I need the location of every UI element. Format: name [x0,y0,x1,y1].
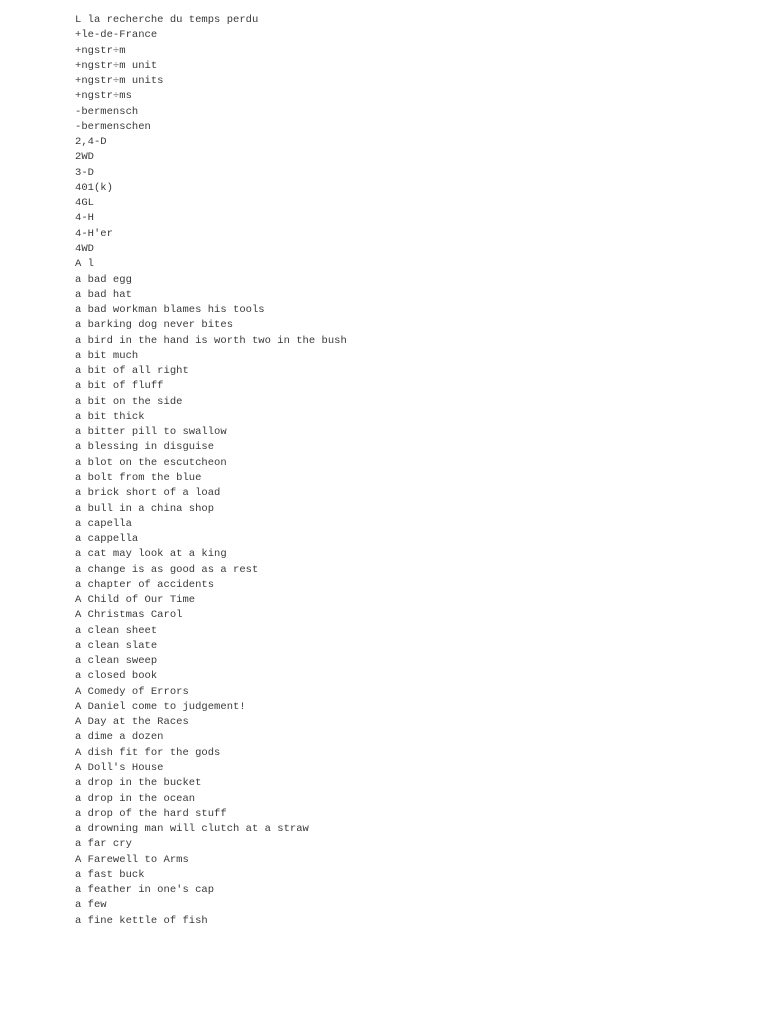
entry-line: A Day at the Races [75,716,189,729]
entry-line: a drop of the hard stuff [75,807,227,820]
entry-line: a drop in the bucket [75,777,202,790]
entry-line: a chapter of accidents [75,578,215,591]
entry-line: +le-de-France [75,29,158,42]
entry-line: a fine kettle of fish [75,914,208,927]
entry-line: a fast buck [75,868,145,881]
entry-line: a cat may look at a king [75,548,227,561]
entry-line: +ngstr÷m units [75,75,164,88]
entry-line: a bird in the hand is worth two in the b… [75,334,347,347]
entry-line: A Farewell to Arms [75,853,189,866]
entry-line: a brick short of a load [75,487,221,500]
entry-line: a closed book [75,670,158,683]
entry-line: a clean slate [75,639,158,652]
entry-line: A Christmas Carol [75,609,183,622]
entry-line: a blessing in disguise [75,441,215,454]
entry-line: a bit of fluff [75,380,164,393]
entry-line: A Daniel come to judgement! [75,700,246,713]
entry-line: a bolt from the blue [75,471,202,484]
entry-line: a bull in a china shop [75,502,215,515]
entry-line: +ngstr÷m [75,44,126,57]
entry-line: a bitter pill to swallow [75,426,227,439]
entry-line: 3-D [75,166,94,179]
entry-line: 4-H [75,212,94,225]
entry-line: 2WD [75,151,94,164]
entry-line: L la recherche du temps perdu [75,14,259,26]
entry-line: a bit much [75,349,139,362]
entry-line: +ngstr÷m unit [75,59,158,72]
entry-line: a blot on the escutcheon [75,456,227,469]
entry-line: A Doll's House [75,762,164,775]
entry-line: a change is as good as a rest [75,563,259,576]
entry-line: 401(k) [75,181,113,194]
entry-line: a bit of all right [75,365,189,378]
entry-line: A Child of Our Time [75,594,196,607]
entry-line: a capella [75,517,132,530]
entry-line: 4GL [75,197,94,210]
entry-line: a drop in the ocean [75,792,196,805]
entry-list: L la recherche du temps perdu +le-de-Fran… [75,13,347,929]
entry-line: a barking dog never bites [75,319,234,332]
entry-line: a bad egg [75,273,132,286]
entry-line: -bermensch [75,105,139,118]
entry-line: 4WD [75,242,94,255]
entry-line: a few [75,899,107,912]
entry-line: A Comedy of Errors [75,685,189,698]
entry-line: 2,4-D [75,136,107,149]
entry-line: -bermenschen [75,120,151,133]
entry-line: a drowning man will clutch at a straw [75,823,309,836]
entry-line: a clean sheet [75,624,158,637]
entry-line: A l [75,258,94,271]
entry-line: A dish fit for the gods [75,746,221,759]
entry-line: +ngstr÷ms [75,90,132,103]
entry-line: a cappella [75,533,139,546]
entry-line: a far cry [75,838,132,851]
entry-line: a bad workman blames his tools [75,304,265,317]
entry-line: 4-H'er [75,227,113,240]
entry-line: a bit thick [75,410,145,423]
document-page: L la recherche du temps perdu +le-de-Fran… [0,0,768,1024]
entry-line: a clean sweep [75,655,158,668]
entry-line: a bad hat [75,288,132,301]
entry-line: a bit on the side [75,395,183,408]
entry-line: a feather in one's cap [75,884,215,897]
entry-line: a dime a dozen [75,731,164,744]
